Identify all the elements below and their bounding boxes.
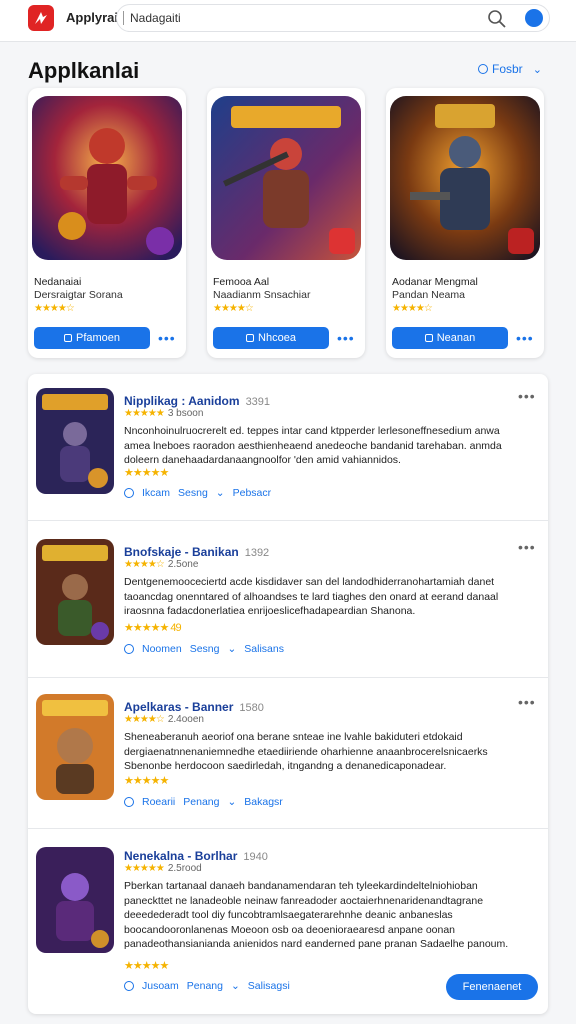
list-item-title: Nipplikag : Aanidom 3391	[124, 394, 271, 408]
list-item-title: Bnofskaje - Banikan 1392	[124, 545, 270, 559]
featured-subtitle: Pandan Neama	[392, 289, 465, 301]
install-button[interactable]: Neanan	[392, 327, 508, 349]
featured-card[interactable]: Femooa Aal Naadianm Snsachiar ★★★★☆ Nhco…	[207, 88, 365, 358]
install-button[interactable]: Nhcoea	[213, 327, 329, 349]
action-link[interactable]: Penang	[183, 796, 219, 808]
list-item[interactable]: Bnofskaje - Banikan 1392 ★★★★☆ 2.5one Dent…	[28, 521, 548, 677]
chevron-down-icon: ⌄	[227, 796, 237, 808]
list-item-actions: Ikcam Sesng ⌄ Pebsacr	[124, 487, 271, 499]
list-item-description: Dentgenemooceciertd acde kisdidaver san …	[124, 576, 499, 617]
chevron-down-icon: ⌄	[227, 643, 237, 655]
rating-stars: ★★★★☆	[213, 303, 254, 314]
featured-card[interactable]: Aodanar Mengmal Pandan Neama ★★★★☆ Neana…	[386, 88, 544, 358]
filter-dropdown[interactable]: Fosbr ⌄	[478, 62, 542, 76]
rating-stars: ★★★★★ 3 bsoon	[124, 408, 204, 419]
action-link[interactable]: Salisagsi	[248, 980, 290, 992]
filter-label: Fosbr	[492, 62, 523, 76]
game-art-image	[36, 847, 114, 953]
list-item-actions: Jusoam Penang ⌄ Salisagsi	[124, 980, 290, 992]
rating-stars: ★★★★★	[124, 467, 169, 479]
rating-stars: ★★★★★	[124, 775, 169, 787]
featured-name: Aodanar Mengmal	[392, 276, 478, 288]
action-icon	[124, 488, 134, 498]
download-icon	[424, 334, 433, 342]
game-art-image	[36, 388, 114, 494]
action-icon	[124, 644, 134, 654]
list-item[interactable]: Apelkaras - Banner 1580 ★★★★☆ 2.4ooen Shen…	[28, 678, 548, 828]
search-bar[interactable]: Nadagaiti	[116, 4, 550, 32]
action-icon	[124, 981, 134, 991]
app-list: Nipplikag : Aanidom 3391 ★★★★★ 3 bsoon Nnc…	[28, 374, 548, 1014]
install-button-label: Pfamoen	[75, 332, 121, 344]
list-item-description: Sheneaberanuh aeoriof ona berane snteae …	[124, 731, 488, 772]
action-link[interactable]: Sesng	[190, 643, 220, 655]
page-title: Applkanlai	[28, 58, 140, 83]
action-link[interactable]: Noomen	[142, 643, 182, 655]
more-options-icon[interactable]: •••	[518, 388, 536, 404]
list-item[interactable]: Nipplikag : Aanidom 3391 ★★★★★ 3 bsoon Nnc…	[28, 374, 548, 520]
download-icon	[63, 334, 72, 342]
action-link[interactable]: Jusoam	[142, 980, 179, 992]
search-input[interactable]: Nadagaiti	[123, 11, 181, 25]
brand-name: Applyrai	[66, 10, 119, 25]
app-logo-icon[interactable]	[28, 5, 54, 31]
action-link[interactable]: Salisans	[244, 643, 284, 655]
rating-stars: ★★★★★ 2.5rood	[124, 863, 202, 874]
game-art-image	[36, 694, 114, 800]
more-options-icon[interactable]: •••	[337, 330, 355, 346]
search-icon[interactable]	[487, 9, 507, 29]
featured-name: Nedanaiai	[34, 276, 82, 288]
action-link[interactable]: Pebsacr	[233, 487, 272, 499]
chevron-down-icon: ⌄	[215, 487, 225, 499]
install-button[interactable]: Pfamoen	[34, 327, 150, 349]
featured-subtitle: Dersraigtar Sorana	[34, 289, 123, 301]
featured-card[interactable]: Nedanaiai Dersraigtar Sorana ★★★★☆ Pfamo…	[28, 88, 186, 358]
rating-stars: ★★★★★ 49	[124, 622, 182, 634]
action-link[interactable]: Penang	[187, 980, 223, 992]
more-options-icon[interactable]: •••	[518, 694, 536, 710]
game-art-image	[390, 96, 540, 260]
rating-stars: ★★★★☆	[392, 303, 433, 314]
list-item-title: Nenekalna - Borlhar 1940	[124, 849, 268, 863]
rating-stars: ★★★★☆ 2.4ooen	[124, 714, 204, 725]
rating-stars: ★★★★☆ 2.5one	[124, 559, 199, 570]
more-options-icon[interactable]: •••	[518, 539, 536, 555]
action-icon	[124, 797, 134, 807]
install-button-label: Nhcoea	[258, 332, 296, 344]
featured-subtitle: Naadianm Snsachiar	[213, 289, 311, 301]
action-link[interactable]: Ikcam	[142, 487, 170, 499]
more-options-icon[interactable]: •••	[158, 330, 176, 346]
more-options-icon[interactable]: •••	[516, 330, 534, 346]
list-item-actions: Noomen Sesng ⌄ Salisans	[124, 643, 284, 655]
featured-name: Femooa Aal	[213, 276, 270, 288]
primary-action-button[interactable]: Fenenaenet	[446, 974, 538, 1000]
rating-stars: ★★★★☆	[34, 303, 75, 314]
list-item-description: Pberkan tartanaal danaeh bandanamendaran…	[124, 880, 509, 950]
profile-icon[interactable]	[525, 9, 543, 27]
list-item-actions: Roearii Penang ⌄ Bakagsr	[124, 796, 283, 808]
rating-stars: ★★★★★	[124, 960, 169, 972]
filter-icon	[478, 64, 488, 74]
game-art-image	[36, 539, 114, 645]
top-bar: Applyrai Nadagaiti	[0, 0, 576, 42]
game-art-image	[211, 96, 361, 260]
install-button-label: Neanan	[436, 332, 476, 344]
action-link[interactable]: Roearii	[142, 796, 175, 808]
list-item-title: Apelkaras - Banner 1580	[124, 700, 264, 714]
chevron-down-icon: ⌄	[532, 63, 542, 76]
download-icon	[246, 334, 255, 342]
game-art-image	[32, 96, 182, 260]
chevron-down-icon: ⌄	[230, 980, 240, 992]
list-item-description: Nnconhoinulruocrerelt ed. teppes intar c…	[124, 425, 502, 466]
action-link[interactable]: Sesng	[178, 487, 208, 499]
action-link[interactable]: Bakagsr	[244, 796, 283, 808]
